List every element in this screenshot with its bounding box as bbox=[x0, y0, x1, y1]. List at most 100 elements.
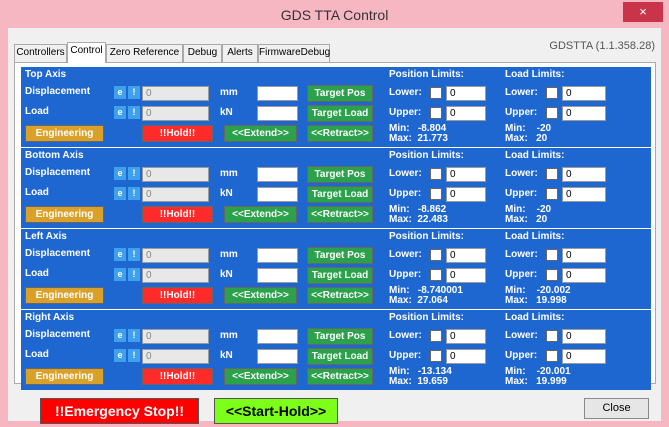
load-input[interactable]: 0 bbox=[142, 268, 209, 283]
load-info-icon[interactable]: ! bbox=[128, 268, 140, 281]
hold-button[interactable]: !!Hold!! bbox=[142, 206, 213, 223]
target-pos-button[interactable]: Target Pos bbox=[307, 328, 373, 345]
hold-button[interactable]: !!Hold!! bbox=[142, 287, 213, 304]
target-pos-button[interactable]: Target Pos bbox=[307, 247, 373, 264]
load-lower-input[interactable]: 0 bbox=[562, 167, 606, 182]
retract-button[interactable]: <<Retract>> bbox=[307, 368, 373, 385]
load-lower-input[interactable]: 0 bbox=[562, 329, 606, 344]
extend-button[interactable]: <<Extend>> bbox=[224, 287, 297, 304]
load-target-input[interactable] bbox=[257, 187, 298, 202]
position-upper-input[interactable]: 0 bbox=[446, 349, 486, 364]
displacement-input[interactable]: 0 bbox=[142, 329, 209, 344]
position-upper-input[interactable]: 0 bbox=[446, 187, 486, 202]
load-info-icon[interactable]: ! bbox=[128, 106, 140, 119]
position-lower-input[interactable]: 0 bbox=[446, 248, 486, 263]
version-label: GDSTTA (1.1.358.28) bbox=[549, 40, 655, 52]
extend-button[interactable]: <<Extend>> bbox=[224, 368, 297, 385]
window-close-icon[interactable]: × bbox=[623, 2, 663, 22]
emergency-stop-button[interactable]: !!Emergency Stop!! bbox=[40, 398, 199, 424]
displacement-e-icon[interactable]: e bbox=[114, 167, 126, 180]
displacement-input[interactable]: 0 bbox=[142, 86, 209, 101]
load-lower-input[interactable]: 0 bbox=[562, 86, 606, 101]
displacement-e-icon[interactable]: e bbox=[114, 248, 126, 261]
displacement-input[interactable]: 0 bbox=[142, 167, 209, 182]
position-upper-checkbox[interactable] bbox=[430, 107, 442, 119]
load-upper-input[interactable]: 0 bbox=[562, 187, 606, 202]
load-lower-checkbox[interactable] bbox=[546, 249, 558, 261]
engineering-button[interactable]: Engineering bbox=[25, 368, 104, 385]
load-input[interactable]: 0 bbox=[142, 187, 209, 202]
position-lower-input[interactable]: 0 bbox=[446, 86, 486, 101]
retract-button[interactable]: <<Retract>> bbox=[307, 125, 373, 142]
target-pos-button[interactable]: Target Pos bbox=[307, 85, 373, 102]
load-upper-input[interactable]: 0 bbox=[562, 106, 606, 121]
tab-control[interactable]: Control bbox=[67, 42, 106, 63]
load-e-icon[interactable]: e bbox=[114, 349, 126, 362]
load-target-input[interactable] bbox=[257, 106, 298, 121]
load-target-input[interactable] bbox=[257, 268, 298, 283]
load-info-icon[interactable]: ! bbox=[128, 187, 140, 200]
load-lower-input[interactable]: 0 bbox=[562, 248, 606, 263]
load-upper-input[interactable]: 0 bbox=[562, 268, 606, 283]
load-upper-input[interactable]: 0 bbox=[562, 349, 606, 364]
displacement-target-input[interactable] bbox=[257, 167, 298, 182]
start-hold-button[interactable]: <<Start-Hold>> bbox=[214, 398, 338, 424]
load-e-icon[interactable]: e bbox=[114, 106, 126, 119]
tab-debug[interactable]: Debug bbox=[183, 44, 222, 62]
load-info-icon[interactable]: ! bbox=[128, 349, 140, 362]
position-upper-input[interactable]: 0 bbox=[446, 106, 486, 121]
load-lower-checkbox[interactable] bbox=[546, 330, 558, 342]
tab-zero-reference[interactable]: Zero Reference bbox=[106, 44, 183, 62]
load-input[interactable]: 0 bbox=[142, 106, 209, 121]
load-input[interactable]: 0 bbox=[142, 349, 209, 364]
target-load-button[interactable]: Target Load bbox=[307, 186, 373, 203]
displacement-e-icon[interactable]: e bbox=[114, 86, 126, 99]
target-load-button[interactable]: Target Load bbox=[307, 348, 373, 365]
retract-button[interactable]: <<Retract>> bbox=[307, 206, 373, 223]
hold-button[interactable]: !!Hold!! bbox=[142, 125, 213, 142]
extend-button[interactable]: <<Extend>> bbox=[224, 206, 297, 223]
target-pos-button[interactable]: Target Pos bbox=[307, 166, 373, 183]
target-load-button[interactable]: Target Load bbox=[307, 105, 373, 122]
close-button[interactable]: Close bbox=[584, 398, 649, 419]
extend-button[interactable]: <<Extend>> bbox=[224, 125, 297, 142]
target-load-button[interactable]: Target Load bbox=[307, 267, 373, 284]
tab-alerts[interactable]: Alerts bbox=[222, 44, 258, 62]
displacement-e-icon[interactable]: e bbox=[114, 329, 126, 342]
load-upper-checkbox[interactable] bbox=[546, 188, 558, 200]
displacement-target-input[interactable] bbox=[257, 248, 298, 263]
hold-button[interactable]: !!Hold!! bbox=[142, 368, 213, 385]
engineering-button[interactable]: Engineering bbox=[25, 125, 104, 142]
displacement-target-input[interactable] bbox=[257, 86, 298, 101]
displacement-info-icon[interactable]: ! bbox=[128, 329, 140, 342]
displacement-info-icon[interactable]: ! bbox=[128, 86, 140, 99]
position-lower-input[interactable]: 0 bbox=[446, 167, 486, 182]
load-upper-checkbox[interactable] bbox=[546, 107, 558, 119]
load-target-input[interactable] bbox=[257, 349, 298, 364]
position-lower-checkbox[interactable] bbox=[430, 330, 442, 342]
position-upper-input[interactable]: 0 bbox=[446, 268, 486, 283]
load-upper-checkbox[interactable] bbox=[546, 350, 558, 362]
engineering-button[interactable]: Engineering bbox=[25, 287, 104, 304]
position-lower-checkbox[interactable] bbox=[430, 249, 442, 261]
position-lower-input[interactable]: 0 bbox=[446, 329, 486, 344]
retract-button[interactable]: <<Retract>> bbox=[307, 287, 373, 304]
position-lower-checkbox[interactable] bbox=[430, 87, 442, 99]
displacement-target-input[interactable] bbox=[257, 329, 298, 344]
load-e-icon[interactable]: e bbox=[114, 268, 126, 281]
position-lower-label: Lower: bbox=[389, 249, 422, 260]
tab-firmware-debug[interactable]: FirmwareDebug bbox=[258, 44, 330, 62]
engineering-button[interactable]: Engineering bbox=[25, 206, 104, 223]
position-upper-checkbox[interactable] bbox=[430, 188, 442, 200]
displacement-input[interactable]: 0 bbox=[142, 248, 209, 263]
displacement-info-icon[interactable]: ! bbox=[128, 248, 140, 261]
displacement-info-icon[interactable]: ! bbox=[128, 167, 140, 180]
load-upper-checkbox[interactable] bbox=[546, 269, 558, 281]
tab-controllers[interactable]: Controllers bbox=[14, 44, 67, 62]
load-lower-checkbox[interactable] bbox=[546, 87, 558, 99]
position-lower-checkbox[interactable] bbox=[430, 168, 442, 180]
position-upper-checkbox[interactable] bbox=[430, 350, 442, 362]
load-e-icon[interactable]: e bbox=[114, 187, 126, 200]
position-upper-checkbox[interactable] bbox=[430, 269, 442, 281]
load-lower-checkbox[interactable] bbox=[546, 168, 558, 180]
